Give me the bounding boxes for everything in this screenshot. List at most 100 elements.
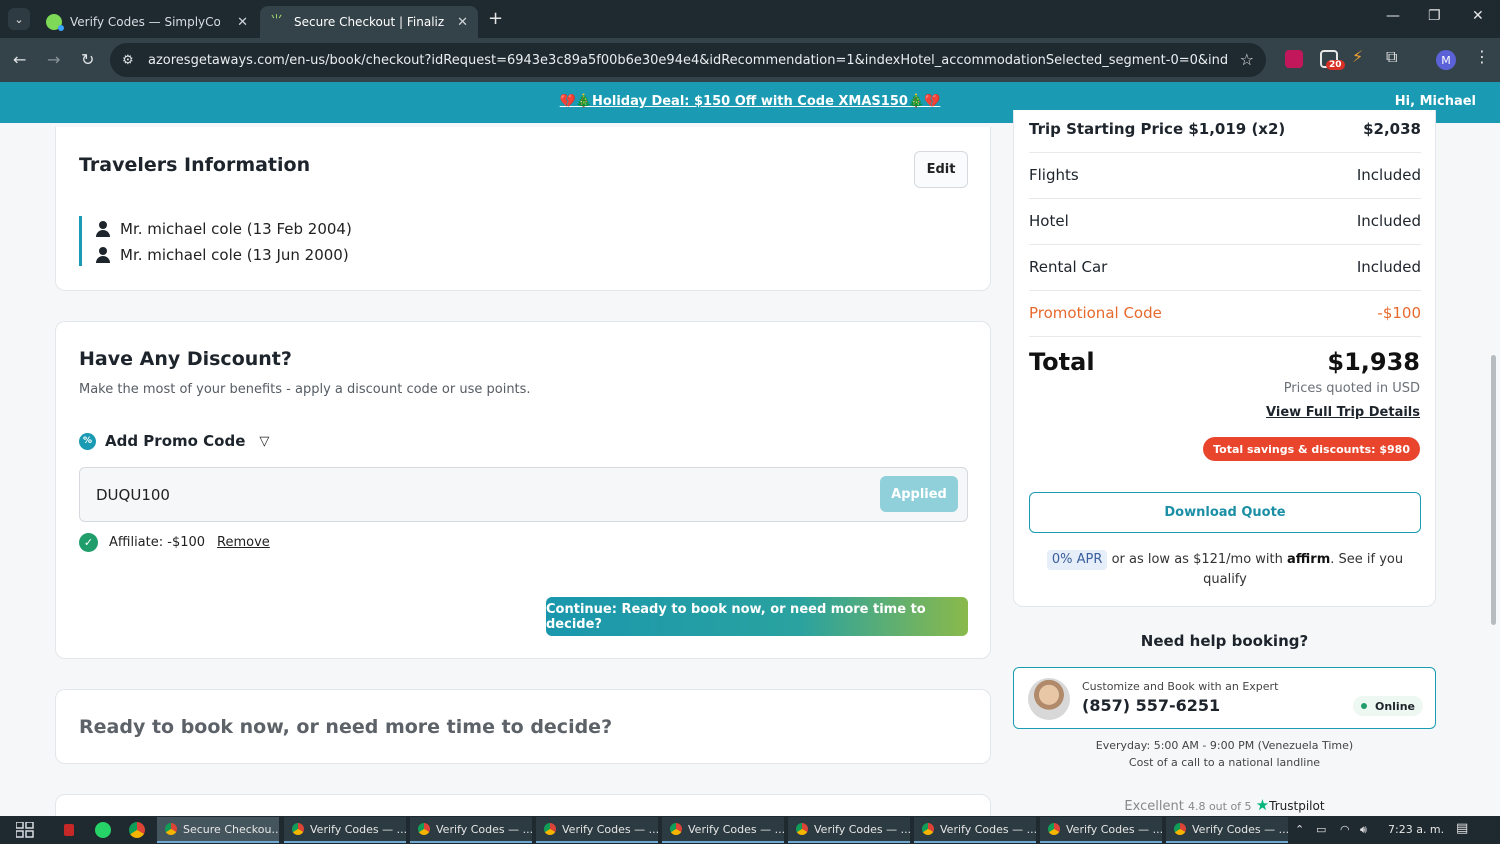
expert-avatar [1028, 678, 1070, 720]
profile-avatar[interactable]: M [1436, 50, 1456, 70]
person-icon [96, 221, 110, 237]
tab-title: Verify Codes — SimplyCodes [70, 15, 220, 29]
shield-extension-icon[interactable] [1285, 50, 1303, 68]
extension-badge: 20 [1326, 60, 1345, 70]
apr-badge: 0% APR [1046, 550, 1108, 570]
affirm-logo: affirm [1287, 552, 1331, 567]
forward-arrow-icon[interactable]: → [47, 50, 60, 69]
holiday-deal-link[interactable]: 💔🎄Holiday Deal: $150 Off with Code XMAS1… [0, 94, 1500, 109]
add-promo-code-toggle[interactable]: % Add Promo Code ▽ [79, 432, 269, 450]
address-bar[interactable]: ⚙ azoresgetaways.com/en-us/book/checkout… [110, 43, 1266, 77]
new-tab-plus-icon[interactable]: + [488, 8, 503, 29]
user-greeting[interactable]: Hi, Michael [1395, 94, 1476, 109]
taskbar-window-verify[interactable]: Verify Codes — ... [788, 817, 910, 843]
tray-chevron-up-icon[interactable]: ⌃ [1295, 823, 1304, 836]
check-circle-icon: ✓ [79, 533, 98, 552]
price-summary-card: Trip Starting Price $1,019 (x2) $2,038 F… [1013, 110, 1436, 607]
summary-row: Flights Included [1029, 166, 1421, 184]
affirm-financing-note[interactable]: 0% APR or as low as $121/mo with affirm.… [1044, 550, 1406, 590]
divider [1029, 198, 1421, 199]
network-icon[interactable]: ▭ [1316, 823, 1326, 836]
puzzle-extensions-icon[interactable]: ⧉ [1386, 47, 1397, 67]
travelers-accent-bar [79, 216, 82, 266]
view-full-trip-details-link[interactable]: View Full Trip Details [1266, 405, 1420, 420]
close-tab-icon[interactable]: ✕ [457, 15, 468, 30]
minimize-icon[interactable]: — [1386, 8, 1400, 24]
person-icon [96, 247, 110, 263]
travelers-title: Travelers Information [79, 154, 311, 176]
promotional-code-row: Promotional Code -$100 [1029, 304, 1421, 322]
taskbar-window-verify[interactable]: Verify Codes — ... [536, 817, 658, 843]
online-dot-icon [1360, 703, 1367, 709]
taskbar-window-verify[interactable]: Verify Codes — ... [662, 817, 784, 843]
notifications-icon[interactable]: ▤ [1456, 821, 1468, 836]
discount-title: Have Any Discount? [79, 348, 292, 370]
chevron-down-icon: ▽ [259, 433, 270, 449]
chrome-icon[interactable] [129, 822, 145, 838]
start-grid-icon[interactable] [15, 821, 34, 838]
traveler-row: Mr. michael cole (13 Feb 2004) [96, 220, 352, 238]
edit-travelers-button[interactable]: Edit [914, 151, 968, 188]
taskbar-window-verify[interactable]: Verify Codes — ... [1166, 817, 1288, 843]
tab-title: Secure Checkout | Finalize Your [294, 15, 444, 29]
download-quote-button[interactable]: Download Quote [1029, 492, 1421, 533]
close-window-icon[interactable]: ✕ [1472, 8, 1484, 24]
taskbar-window-checkout[interactable]: Secure Checkou... [157, 817, 279, 843]
browser-tab-strip: ⌄ Verify Codes — SimplyCodes ✕ ⺌ Secure … [0, 0, 1500, 38]
bolt-extension-icon[interactable]: ⚡ [1352, 47, 1363, 66]
taskbar-window-verify[interactable]: Verify Codes — ... [284, 817, 406, 843]
travelers-card: Travelers Information Edit Mr. michael c… [55, 127, 991, 291]
back-arrow-icon[interactable]: ← [13, 50, 26, 69]
affiliate-discount-row: ✓ Affiliate: -$100 Remove [79, 533, 270, 552]
savings-badge: Total savings & discounts: $980 [1203, 437, 1420, 461]
chrome-icon [922, 823, 934, 835]
app-red-icon[interactable] [64, 824, 74, 836]
help-title: Need help booking? [1140, 632, 1309, 650]
chrome-icon [418, 823, 430, 835]
divider [1029, 244, 1421, 245]
url-text[interactable]: azoresgetaways.com/en-us/book/checkout?i… [148, 53, 1228, 68]
promo-code-value[interactable]: DUQU100 [96, 486, 170, 504]
divider [1029, 336, 1421, 337]
tab-secure-checkout[interactable]: ⺌ Secure Checkout | Finalize Your ✕ [260, 6, 478, 38]
currency-note: Prices quoted in USD [1283, 381, 1420, 396]
whatsapp-icon[interactable] [95, 822, 111, 838]
divider [1029, 152, 1421, 153]
clock[interactable]: 7:23 a. m. [1388, 823, 1444, 836]
site-settings-icon[interactable]: ⚙ [122, 53, 142, 68]
expert-phone[interactable]: (857) 557-6251 [1082, 696, 1220, 715]
taskbar-window-verify[interactable]: Verify Codes — ... [1040, 817, 1162, 843]
traveler-row: Mr. michael cole (13 Jun 2000) [96, 246, 349, 264]
remove-promo-link[interactable]: Remove [217, 535, 270, 550]
chrome-icon [670, 823, 682, 835]
chrome-icon [1174, 823, 1186, 835]
continue-button[interactable]: Continue: Ready to book now, or need mor… [546, 597, 968, 636]
sprout-favicon-icon: ⺌ [270, 14, 284, 29]
summary-row: Hotel Included [1029, 212, 1421, 230]
close-tab-icon[interactable]: ✕ [237, 15, 248, 30]
ready-to-book-card[interactable]: Ready to book now, or need more time to … [55, 689, 991, 764]
online-status-badge: Online [1352, 696, 1423, 716]
expert-label: Customize and Book with an Expert [1082, 680, 1279, 693]
tab-verify-codes[interactable]: Verify Codes — SimplyCodes ✕ [36, 6, 258, 38]
taskbar-window-verify[interactable]: Verify Codes — ... [410, 817, 532, 843]
chrome-icon [292, 823, 304, 835]
total-label: Total [1029, 348, 1095, 376]
taskbar-window-verify[interactable]: Verify Codes — ... [914, 817, 1036, 843]
applied-button[interactable]: Applied [880, 476, 958, 512]
restore-icon[interactable]: ❐ [1428, 8, 1441, 24]
bookmark-star-icon[interactable]: ☆ [1240, 50, 1254, 69]
volume-icon[interactable]: 🔊︎ [1360, 823, 1367, 837]
total-value: $1,938 [1327, 348, 1420, 376]
trustpilot-rating[interactable]: Excellent 4.8 out of 5 ★Trustpilot [1013, 796, 1436, 814]
chrome-icon [796, 823, 808, 835]
wifi-icon[interactable]: ◠ [1340, 823, 1350, 836]
expert-contact-card[interactable]: Customize and Book with an Expert (857) … [1013, 667, 1436, 729]
more-menu-icon[interactable]: ⋮ [1474, 47, 1490, 66]
chrome-icon [1048, 823, 1060, 835]
page-scrollbar[interactable] [1491, 355, 1496, 625]
reload-icon[interactable]: ↻ [81, 50, 94, 69]
percent-badge-icon: % [79, 432, 96, 450]
tab-search-chevron-icon[interactable]: ⌄ [8, 8, 30, 30]
promo-code-field[interactable]: DUQU100 Applied [79, 467, 968, 522]
